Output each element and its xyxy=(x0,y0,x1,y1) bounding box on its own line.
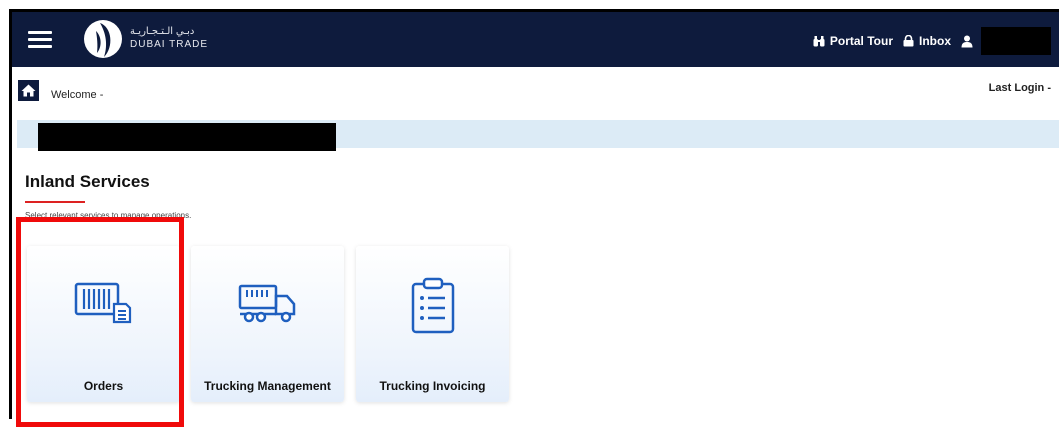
binoculars-icon xyxy=(813,36,825,47)
last-login-text: Last Login - xyxy=(988,82,1051,94)
service-card-trucking-management[interactable]: Trucking Management xyxy=(191,246,344,402)
top-navbar: دبـي الـتـجـاريـة DUBAI TRADE Portal Tou… xyxy=(12,12,1059,67)
home-icon xyxy=(21,84,36,97)
hamburger-line xyxy=(28,31,52,34)
title-underline xyxy=(25,201,85,203)
dubai-trade-logo-mark-icon xyxy=(84,20,122,58)
welcome-bar: Welcome - Last Login - xyxy=(12,67,1059,117)
hamburger-line xyxy=(28,38,52,41)
logo-english-text: DUBAI TRADE xyxy=(130,39,209,50)
card-label-orders: Orders xyxy=(83,379,124,393)
truck-icon xyxy=(238,284,295,323)
redacted-banner-text xyxy=(38,123,336,151)
logo-arabic-text: دبـي الـتـجـاريـة xyxy=(130,26,195,37)
inbox-lock-icon xyxy=(903,35,914,47)
page-title: Inland Services xyxy=(25,172,150,191)
info-banner xyxy=(17,120,1059,151)
header-actions: Portal Tour Inbox xyxy=(813,27,1051,55)
dubai-trade-logo[interactable]: دبـي الـتـجـاريـة DUBAI TRADE xyxy=(82,17,212,61)
menu-button[interactable] xyxy=(28,30,54,50)
page-subtitle: Select relevant services to manage opera… xyxy=(25,211,192,220)
welcome-text: Welcome - xyxy=(51,89,104,101)
container-orders-icon xyxy=(74,282,131,324)
card-label-trucking-invoicing: Trucking Invoicing xyxy=(379,379,486,393)
inbox-link[interactable]: Inbox xyxy=(903,34,951,48)
portal-tour-label: Portal Tour xyxy=(829,34,893,48)
portal-tour-link[interactable]: Portal Tour xyxy=(813,34,893,48)
inbox-label: Inbox xyxy=(919,34,951,48)
home-button[interactable] xyxy=(18,80,39,101)
card-label-trucking-management: Trucking Management xyxy=(204,379,331,393)
user-name-redacted[interactable] xyxy=(981,27,1051,55)
service-card-orders[interactable]: Orders xyxy=(27,246,180,402)
user-icon[interactable] xyxy=(961,35,973,48)
hamburger-line xyxy=(28,45,52,48)
clipboard-list-icon xyxy=(411,277,454,334)
service-card-trucking-invoicing[interactable]: Trucking Invoicing xyxy=(356,246,509,402)
